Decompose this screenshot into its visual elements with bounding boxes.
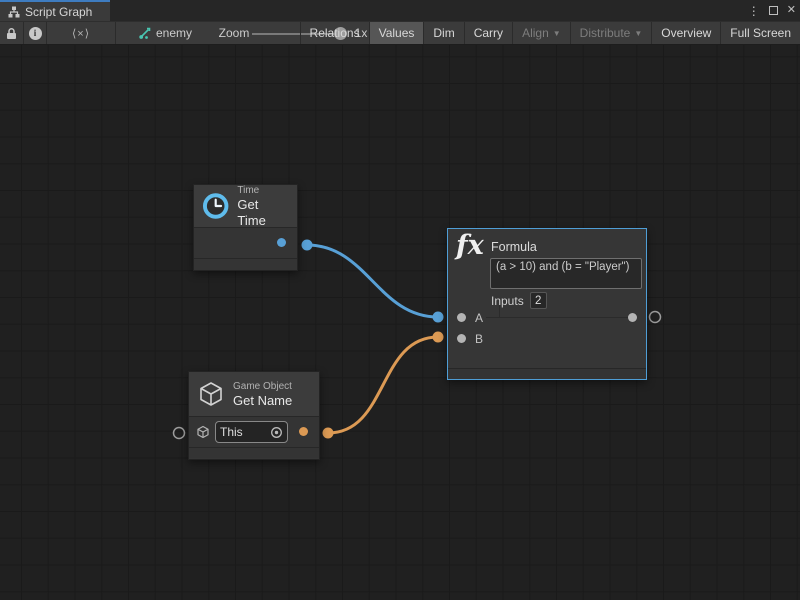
node-footer (189, 447, 319, 458)
node-body (194, 228, 297, 258)
node-footer (448, 368, 646, 379)
object-picker-icon[interactable] (270, 426, 283, 439)
node-title: Get Name (233, 393, 292, 409)
script-graph-asset-icon (138, 27, 151, 40)
node-footer (194, 258, 297, 270)
graph-toolbar: i ⟨×⟩ enemy Zoom 1x Relations Values (0, 21, 800, 45)
toolbar-toggle-group: Relations Values Dim Carry Align▼ Distri… (300, 22, 800, 44)
close-icon[interactable]: ✕ (787, 5, 796, 16)
node-titles: Time Get Time (237, 184, 289, 229)
node-header: Game Object Get Name (189, 372, 319, 417)
formula-input-port-a[interactable] (457, 313, 466, 322)
game-object-cube-icon (197, 380, 225, 408)
carry-button[interactable]: Carry (464, 22, 512, 44)
title-bar: Script Graph ⋮ ✕ (0, 0, 800, 21)
graph-canvas[interactable] (0, 45, 800, 600)
tab-title: Script Graph (25, 5, 92, 19)
tab-script-graph[interactable]: Script Graph (0, 0, 110, 21)
menu-dots-icon[interactable]: ⋮ (748, 5, 760, 17)
port-row-a: A (448, 309, 646, 327)
node-title: Formula (491, 240, 537, 254)
toolbar-separator (115, 22, 116, 44)
gettime-output-port[interactable] (277, 238, 286, 247)
relations-button[interactable]: Relations (300, 22, 369, 44)
info-icon: i (29, 27, 42, 40)
fullscreen-button[interactable]: Full Screen (720, 22, 800, 44)
script-graph-window: Script Graph ⋮ ✕ i ⟨×⟩ (0, 0, 800, 600)
port-label: B (475, 332, 483, 346)
graph-breadcrumb[interactable]: enemy (138, 22, 193, 44)
relation-line (486, 317, 633, 318)
formula-result-port[interactable] (628, 313, 637, 322)
maximize-icon[interactable] (769, 6, 778, 15)
node-get-name[interactable]: Game Object Get Name This (188, 371, 320, 460)
formula-input-port-b[interactable] (457, 334, 466, 343)
graph-name: enemy (156, 26, 192, 40)
dim-button[interactable]: Dim (423, 22, 463, 44)
target-object-field[interactable]: This (215, 421, 288, 443)
node-formula[interactable]: fx Formula (a > 10) and (b = "Player") I… (447, 228, 647, 380)
overview-button[interactable]: Overview (651, 22, 720, 44)
inputs-label: Inputs (491, 294, 524, 308)
code-icon: ⟨×⟩ (72, 27, 90, 40)
node-titles: Game Object Get Name (233, 380, 292, 409)
formula-fx-icon: fx (456, 230, 484, 261)
getname-output-port[interactable] (299, 427, 308, 436)
node-get-time[interactable]: Time Get Time (193, 184, 298, 271)
node-category: Game Object (233, 380, 292, 393)
node-body: This (189, 417, 319, 447)
target-object-value: This (220, 425, 270, 439)
time-clock-icon (202, 192, 229, 220)
values-button[interactable]: Values (369, 22, 424, 44)
info-button[interactable]: i (24, 22, 46, 44)
formula-expression-field[interactable]: (a > 10) and (b = "Player") (490, 258, 642, 289)
lock-button[interactable] (0, 22, 23, 44)
window-controls: ⋮ ✕ (748, 0, 796, 21)
lock-icon (6, 27, 17, 40)
graph-hierarchy-icon (8, 6, 20, 18)
node-header: Time Get Time (194, 185, 297, 228)
zoom-label: Zoom (218, 22, 250, 44)
node-category: Time (237, 184, 289, 197)
edit-source-button[interactable]: ⟨×⟩ (47, 22, 115, 44)
port-label: A (475, 311, 483, 325)
mini-cube-icon (196, 425, 210, 439)
chevron-down-icon: ▼ (553, 29, 561, 38)
inputs-count-field[interactable]: 2 (530, 292, 547, 309)
node-title: Get Time (237, 197, 289, 229)
port-row-b: B (448, 330, 646, 348)
chevron-down-icon: ▼ (634, 29, 642, 38)
distribute-button[interactable]: Distribute▼ (570, 22, 652, 44)
align-button[interactable]: Align▼ (512, 22, 570, 44)
